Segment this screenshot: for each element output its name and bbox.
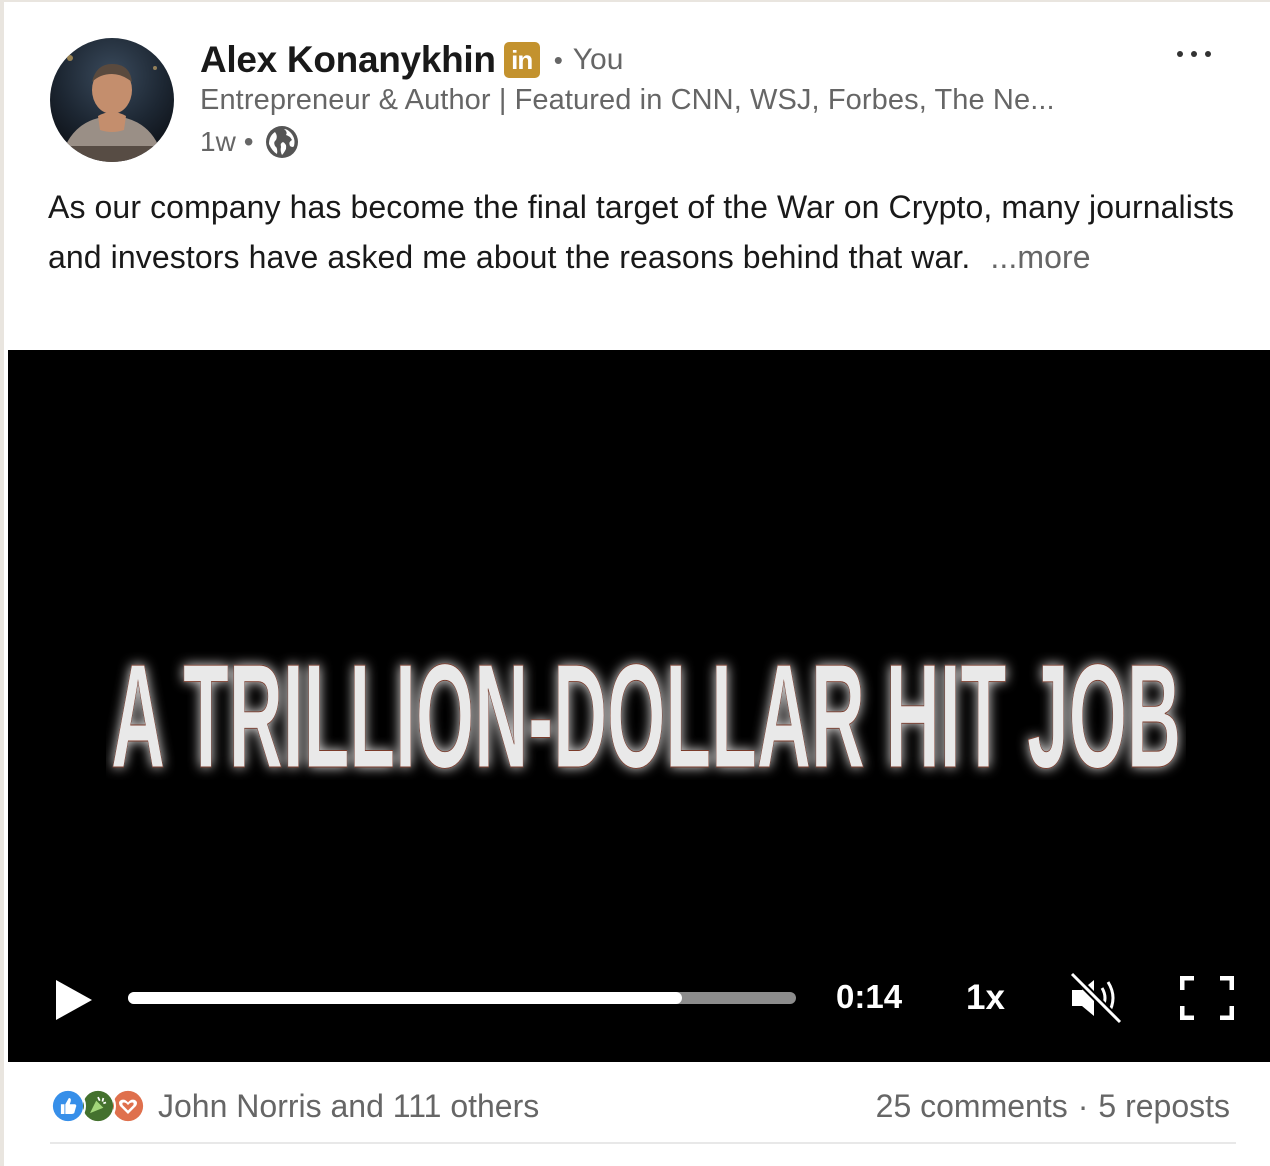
more-dot: [1205, 51, 1211, 57]
playback-speed-button[interactable]: 1x: [966, 978, 1005, 1018]
video-title-text: A TRILLION-DOLLAR HIT JOB: [111, 640, 1181, 780]
comments-count[interactable]: 25 comments: [876, 1088, 1068, 1125]
see-more-link[interactable]: ...more: [990, 239, 1090, 275]
play-icon[interactable]: [54, 978, 94, 1022]
video-time: 0:14: [836, 978, 903, 1015]
video-progress-fill: [128, 992, 683, 1004]
author-avatar[interactable]: [50, 38, 174, 162]
reposts-count[interactable]: 5 reposts: [1098, 1088, 1230, 1125]
reaction-icons: [50, 1088, 148, 1124]
fullscreen-icon[interactable]: [1180, 976, 1234, 1020]
reactions-label[interactable]: John Norris and 111 others: [158, 1088, 539, 1125]
mute-icon[interactable]: [1068, 972, 1124, 1024]
post-options-button[interactable]: [1164, 32, 1224, 76]
video-progress-bar[interactable]: [128, 992, 796, 1004]
like-icon: [50, 1088, 86, 1124]
separator-dot: •: [553, 44, 563, 75]
engagement-counts: 25 comments · 5 reposts: [876, 1086, 1230, 1126]
more-dot: [1177, 51, 1183, 57]
separator-dot: ·: [1077, 1087, 1089, 1124]
author-name-row: Alex Konanykhin in • You: [200, 38, 623, 82]
reactions-summary[interactable]: John Norris and 111 others: [50, 1086, 539, 1126]
divider: [50, 1142, 1236, 1144]
post-text: As our company has become the final targ…: [48, 182, 1238, 282]
author-headline: Entrepreneur & Author | Featured in CNN,…: [200, 84, 1055, 116]
connection-degree: You: [572, 43, 624, 76]
separator-dot: •: [243, 126, 254, 157]
linkedin-premium-icon: in: [503, 42, 540, 78]
author-name[interactable]: Alex Konanykhin: [200, 39, 496, 81]
post-time: 1w: [200, 126, 236, 157]
more-dot: [1191, 51, 1197, 57]
video-title: A TRILLION-DOLLAR HIT JOB: [111, 640, 1182, 780]
globe-icon: [264, 124, 300, 160]
post-card: Alex Konanykhin in • You Entrepreneur & …: [0, 0, 1270, 1166]
post-meta: 1w •: [200, 122, 300, 162]
